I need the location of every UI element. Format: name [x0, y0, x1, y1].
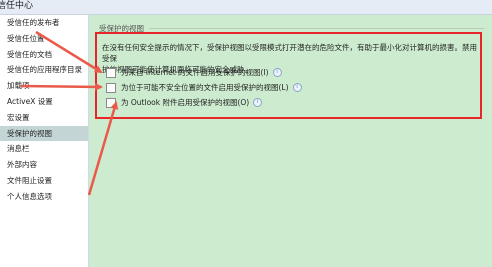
sidebar-item-protected-view[interactable]: 受保护的视图: [0, 125, 88, 142]
heading-divider: [149, 28, 484, 29]
sidebar-item-add-ins[interactable]: 加载项: [0, 78, 88, 94]
sidebar: 受信任的发布者 受信任位置 受信任的文档 受信任的应用程序目录 加载项 Acti…: [0, 15, 89, 267]
title-bar: 信任中心: [0, 0, 492, 15]
trust-center-window: 信任中心 受信任的发布者 受信任位置 受信任的文档 受信任的应用程序目录 加载项…: [0, 0, 492, 267]
sidebar-item-file-block-settings[interactable]: 文件阻止设置: [0, 173, 88, 189]
sidebar-item-trusted-documents[interactable]: 受信任的文档: [0, 47, 88, 63]
sidebar-item-privacy-options[interactable]: 个人信息选项: [0, 189, 88, 205]
sidebar-item-trusted-publishers[interactable]: 受信任的发布者: [0, 15, 88, 31]
sidebar-item-external-content[interactable]: 外部内容: [0, 157, 88, 173]
window-title: 信任中心: [0, 1, 34, 11]
sidebar-item-activex-settings[interactable]: ActiveX 设置: [0, 94, 88, 110]
sidebar-item-message-bar[interactable]: 消息栏: [0, 141, 88, 157]
sidebar-item-macro-settings[interactable]: 宏设置: [0, 110, 88, 126]
sidebar-item-trusted-locations[interactable]: 受信任位置: [0, 31, 88, 47]
sidebar-item-trusted-app-catalogs[interactable]: 受信任的应用程序目录: [0, 62, 88, 78]
highlight-box: [95, 32, 482, 119]
